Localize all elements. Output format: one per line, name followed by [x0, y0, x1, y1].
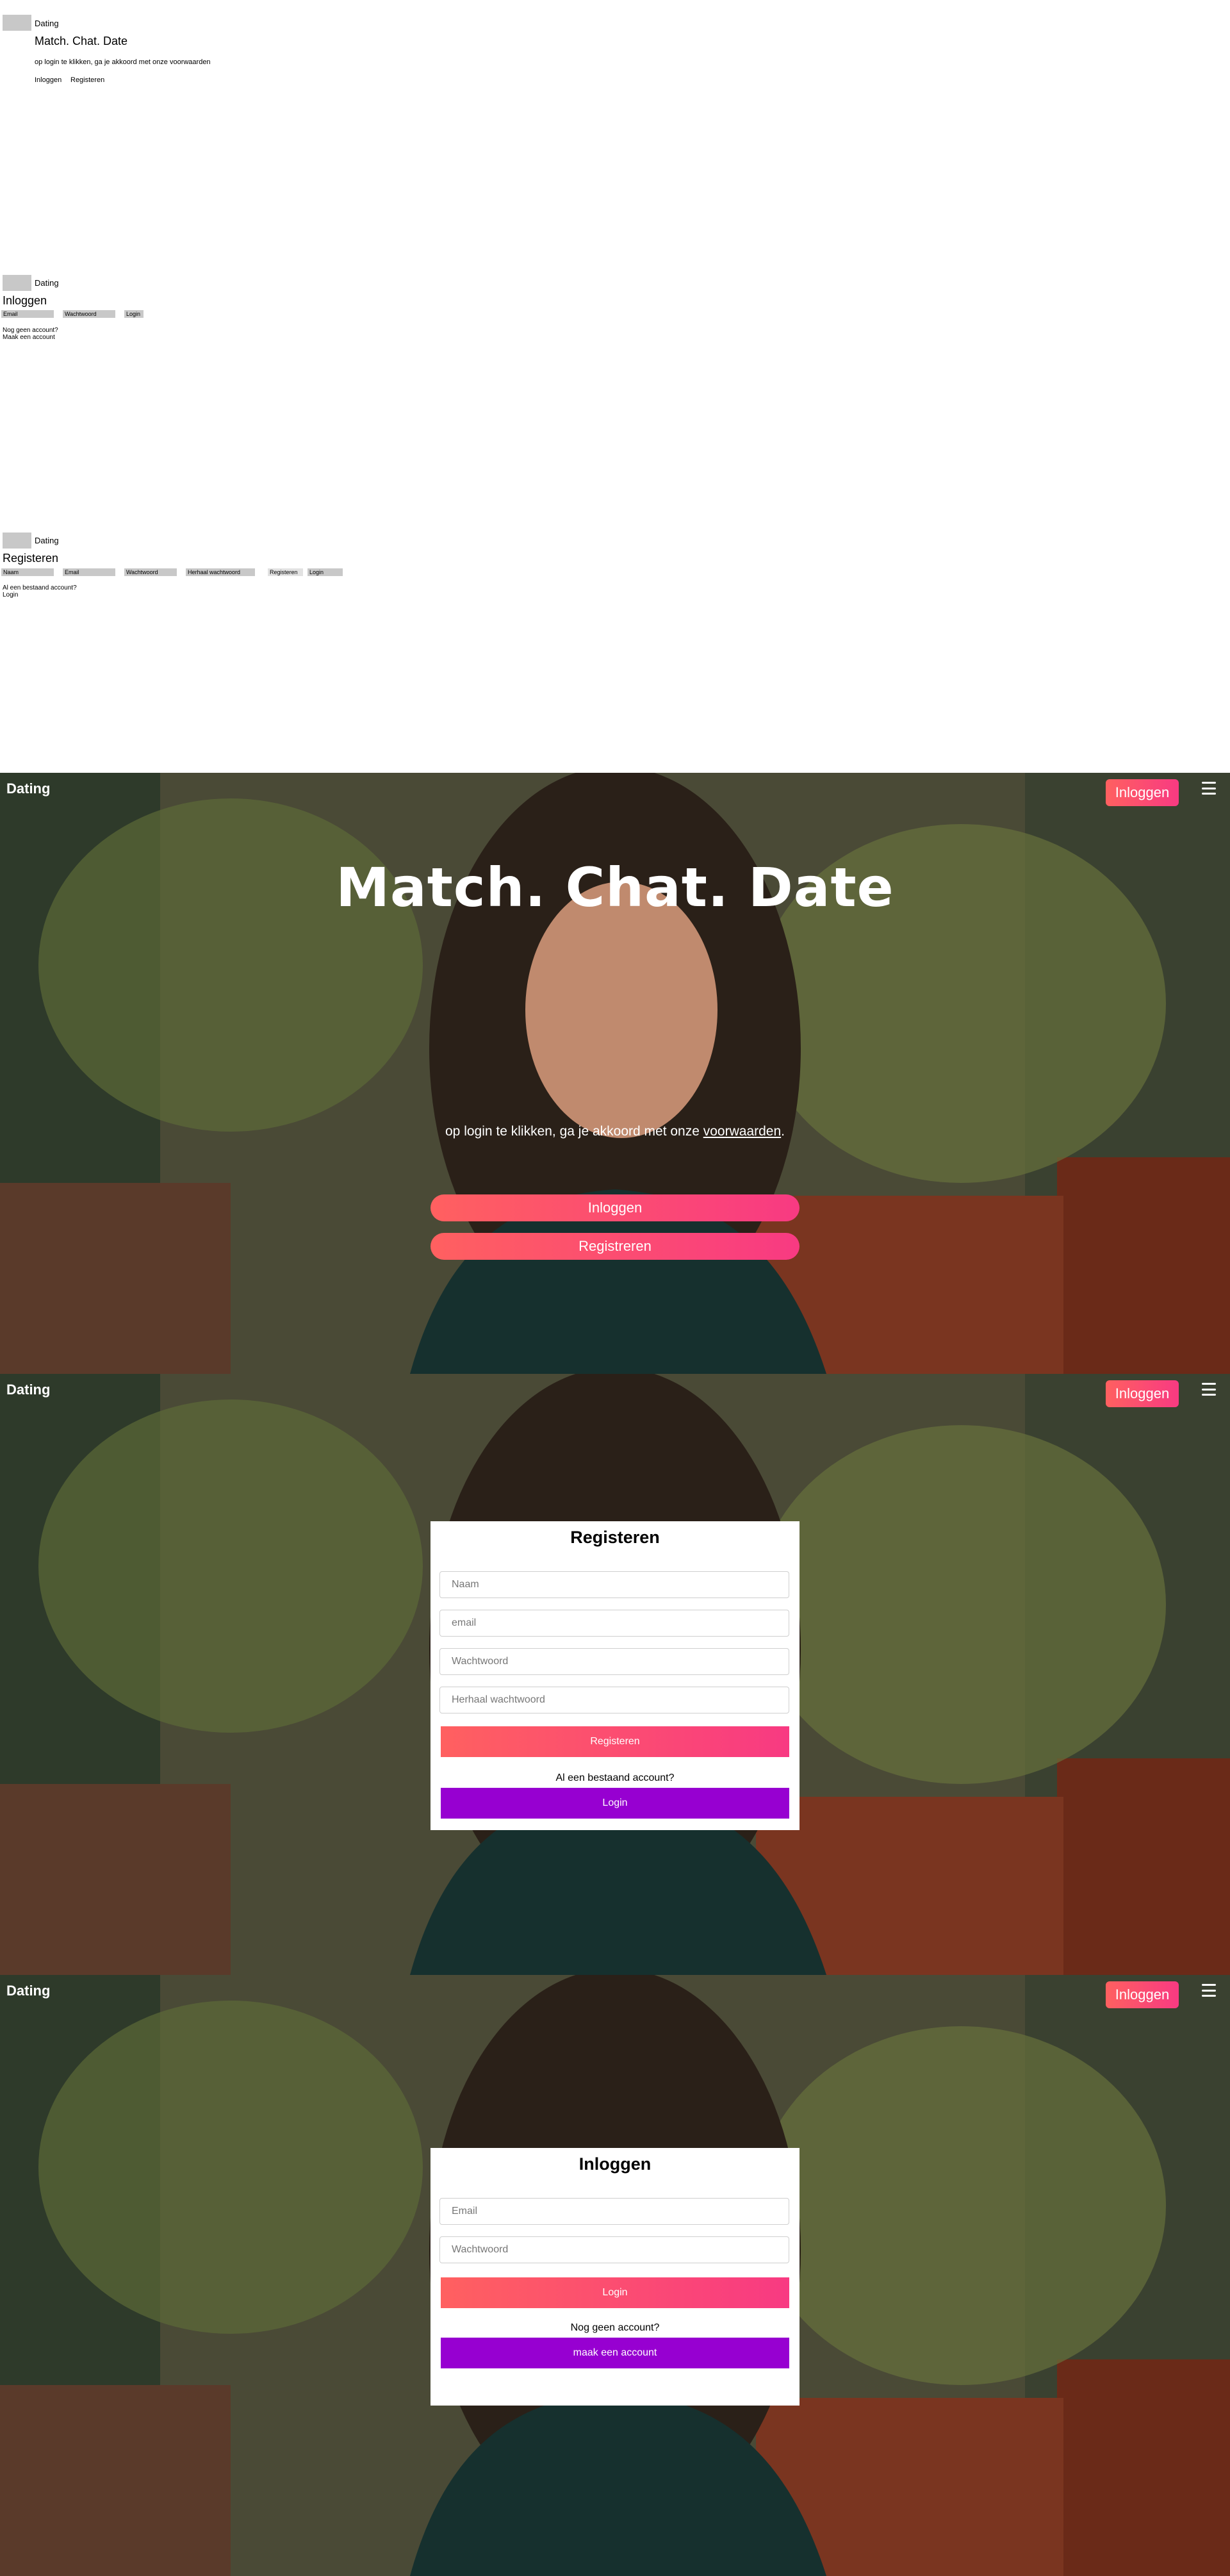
login-submit-button[interactable]: Login	[441, 2277, 789, 2308]
nav-login-button[interactable]: Inloggen	[1106, 1380, 1179, 1407]
register-section: Dating Inloggen Registeren Naam email Wa…	[0, 1374, 1230, 1975]
email-input[interactable]: Email	[439, 2198, 789, 2225]
terms-suffix: .	[781, 1124, 785, 1139]
password-input[interactable]: Wachtwoord	[439, 2236, 789, 2263]
logo-placeholder	[3, 15, 31, 31]
create-account-link[interactable]: Maak een account	[3, 334, 55, 341]
register-button[interactable]: Registeren	[268, 568, 303, 576]
login-button[interactable]: Login	[124, 310, 144, 318]
logo-placeholder	[3, 533, 31, 549]
page-title: Inloggen	[3, 294, 47, 307]
password-input[interactable]: Wachtwoord	[439, 1648, 789, 1675]
brand-name[interactable]: Dating	[6, 1983, 50, 1999]
name-field[interactable]: Naam	[1, 568, 54, 576]
register-title: Registeren	[570, 1528, 660, 1547]
terms-text: op login te klikken, ga je akkoord met o…	[35, 58, 211, 66]
brand-name: Dating	[35, 278, 59, 288]
repeat-password-input[interactable]: Herhaal wachtwoord	[439, 1687, 789, 1713]
existing-account-text: Al een bestaand account?	[3, 584, 77, 591]
page-title: Match. Chat. Date	[35, 35, 128, 47]
logo-placeholder	[3, 275, 31, 291]
register-submit-button[interactable]: Registeren	[441, 1726, 789, 1757]
brand-name: Dating	[35, 536, 59, 545]
wireframe-login: Dating Inloggen Email Wachtwoord Login N…	[0, 256, 1230, 513]
login-button[interactable]: Inloggen	[430, 1194, 800, 1221]
hamburger-icon[interactable]	[1202, 1984, 1216, 1997]
password-field[interactable]: Wachtwoord	[124, 568, 177, 576]
no-account-text: Nog geen account?	[570, 2322, 660, 2333]
email-field[interactable]: Email	[63, 568, 115, 576]
register-card: Registeren Naam email Wachtwoord Herhaal…	[430, 1521, 800, 1830]
repeat-password-field[interactable]: Herhaal wachtwoord	[186, 568, 255, 576]
login-link[interactable]: Login	[3, 591, 18, 599]
email-field[interactable]: Email	[1, 310, 54, 318]
wireframe-register: Dating Registeren Naam Email Wachtwoord …	[0, 514, 1230, 770]
login-section: Dating Inloggen Inloggen Email Wachtwoor…	[0, 1975, 1230, 2576]
brand-name: Dating	[35, 19, 59, 28]
terms-link[interactable]: voorwaarden	[703, 1124, 781, 1139]
login-card: Inloggen Email Wachtwoord Login Nog geen…	[430, 2148, 800, 2406]
nav-login-button[interactable]: Inloggen	[1106, 1981, 1179, 2008]
login-title: Inloggen	[578, 2154, 652, 2174]
login-link[interactable]: Inloggen	[35, 76, 62, 84]
register-link[interactable]: Registeren	[70, 76, 104, 84]
no-account-text: Nog geen account?	[3, 327, 58, 334]
brand-name[interactable]: Dating	[6, 780, 50, 797]
wireframe-home: Dating Match. Chat. Date op login te kli…	[0, 0, 1230, 256]
login-button[interactable]: Login	[308, 568, 343, 576]
hamburger-icon[interactable]	[1202, 1383, 1216, 1396]
hero-title: Match. Chat. Date	[336, 856, 894, 919]
brand-name[interactable]: Dating	[6, 1382, 50, 1398]
page-title: Registeren	[3, 552, 59, 565]
hamburger-icon[interactable]	[1202, 782, 1216, 795]
terms-prefix: op login te klikken, ga je akkoord met o…	[445, 1124, 700, 1139]
password-field[interactable]: Wachtwoord	[63, 310, 115, 318]
nav-login-button[interactable]: Inloggen	[1106, 779, 1179, 806]
login-button[interactable]: Login	[441, 1788, 789, 1819]
existing-account-text: Al een bestaand account?	[555, 1772, 675, 1783]
home-section: Dating Inloggen Match. Chat. Date op log…	[0, 773, 1230, 1374]
create-account-button[interactable]: maak een account	[441, 2338, 789, 2368]
email-input[interactable]: email	[439, 1610, 789, 1637]
register-button[interactable]: Registreren	[430, 1233, 800, 1260]
name-input[interactable]: Naam	[439, 1571, 789, 1598]
terms-text: op login te klikken, ga je akkoord met o…	[0, 1124, 1230, 1139]
